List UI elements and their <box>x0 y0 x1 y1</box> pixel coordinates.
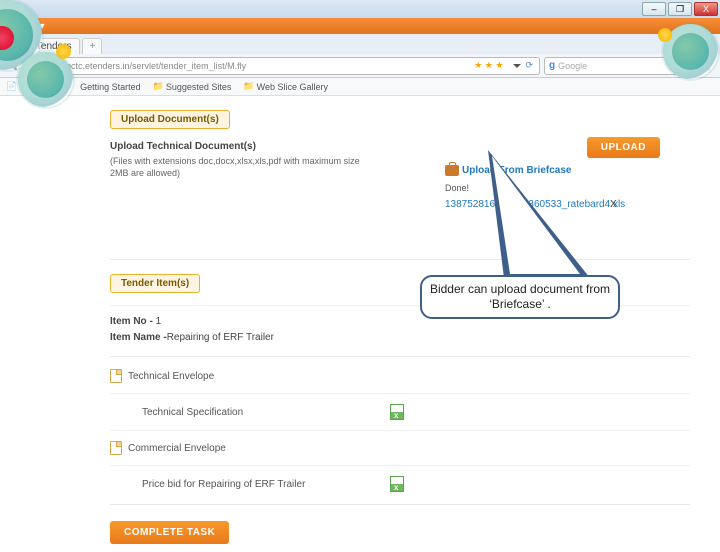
firefox-menu-button[interactable]: Firefox▾ <box>0 18 720 34</box>
bookmark-getting-started[interactable]: Getting Started <box>80 82 141 92</box>
reload-button[interactable]: ⟳ <box>525 60 533 71</box>
price-bid-label: Price bid for Repairing of ERF Trailer <box>110 479 390 490</box>
rating-stars: ★ ★ ★ <box>474 60 503 71</box>
briefcase-icon <box>445 165 459 176</box>
window-minimize-button[interactable]: – <box>642 2 666 16</box>
technical-specification-row: Technical Specification <box>110 400 690 424</box>
url-text: bctc.etenders.in/servlet/tender_item_lis… <box>66 61 246 71</box>
decor-dot <box>658 28 672 42</box>
commercial-envelope-label: Commercial Envelope <box>128 443 226 454</box>
url-bar[interactable]: bctc.etenders.in/servlet/tender_item_lis… <box>48 57 540 75</box>
google-icon: g <box>549 60 555 71</box>
divider <box>110 430 690 431</box>
item-name-label: Item Name - <box>110 332 167 343</box>
complete-task-button[interactable]: COMPLETE TASK <box>110 521 229 544</box>
window-close-button[interactable]: X <box>694 2 718 16</box>
dropdown-icon[interactable] <box>510 61 520 71</box>
bookmarks-toolbar: 📄 Most Visited Getting Started 📁 Suggest… <box>0 78 720 96</box>
page-content: Upload Document(s) Upload Technical Docu… <box>0 96 720 552</box>
annotation-callout: Bidder can upload document from ‘Briefca… <box>420 275 620 319</box>
divider <box>110 393 690 394</box>
new-tab-button[interactable]: + <box>82 38 102 54</box>
technical-envelope-label: Technical Envelope <box>128 371 214 382</box>
nav-toolbar: ◄ ► bctc.etenders.in/servlet/tender_item… <box>0 54 720 78</box>
divider <box>110 259 690 260</box>
xls-file-icon[interactable] <box>390 404 404 420</box>
tab-strip: e-Tenders + <box>0 34 720 54</box>
window-titlebar: – ❐ X <box>0 0 720 18</box>
window-maximize-button[interactable]: ❐ <box>668 2 692 16</box>
document-icon <box>110 369 122 383</box>
search-placeholder: Google <box>558 61 587 71</box>
remove-file-button[interactable]: X <box>610 199 617 210</box>
upload-hint: (Files with extensions doc,docx,xlsx,xls… <box>110 156 360 179</box>
technical-envelope-row[interactable]: Technical Envelope <box>110 365 690 387</box>
bookmark-suggested-sites[interactable]: 📁 Suggested Sites <box>153 81 232 92</box>
divider <box>110 356 690 357</box>
upload-area: Upload Technical Document(s) (Files with… <box>110 141 690 251</box>
item-name-value: Repairing of ERF Trailer <box>167 332 274 343</box>
upload-documents-header: Upload Document(s) <box>110 110 230 129</box>
item-no-value: 1 <box>156 316 162 327</box>
decor-swirl <box>18 52 73 107</box>
item-no-label: Item No - <box>110 316 156 327</box>
callout-text: Bidder can upload document from ‘Briefca… <box>428 282 612 312</box>
callout-arrow <box>470 150 600 290</box>
divider <box>110 465 690 466</box>
divider <box>110 504 690 505</box>
commercial-envelope-row[interactable]: Commercial Envelope <box>110 437 690 459</box>
bookmark-web-slice[interactable]: 📁 Web Slice Gallery <box>243 81 328 92</box>
tender-items-header: Tender Item(s) <box>110 274 200 293</box>
decor-dot <box>56 44 71 59</box>
upload-status: Done! <box>445 183 469 193</box>
technical-spec-label: Technical Specification <box>110 407 390 418</box>
xls-file-icon[interactable] <box>390 476 404 492</box>
document-icon <box>110 441 122 455</box>
price-bid-row: Price bid for Repairing of ERF Trailer <box>110 472 690 496</box>
